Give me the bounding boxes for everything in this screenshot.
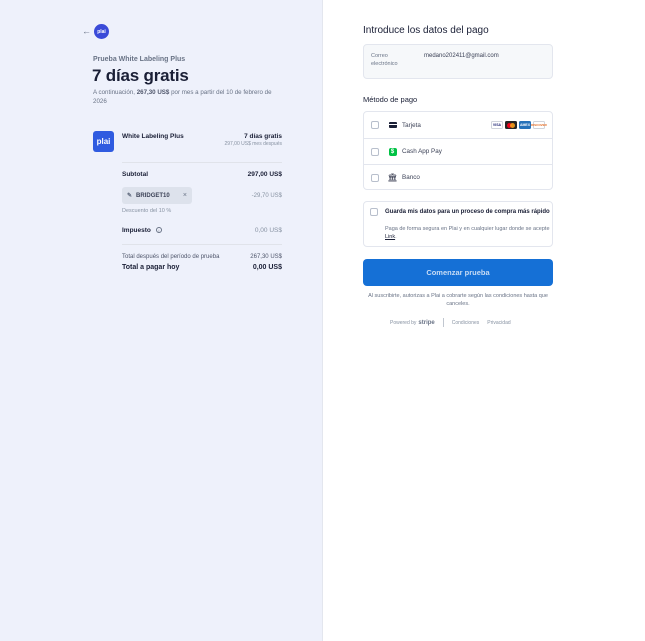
divider bbox=[122, 244, 282, 245]
payment-option-label: Cash App Pay bbox=[402, 148, 442, 155]
payment-section-title: Introduce los datos del pago bbox=[363, 25, 489, 36]
start-trial-button[interactable]: Comenzar prueba bbox=[363, 259, 553, 286]
item-name: White Labeling Plus bbox=[122, 133, 184, 140]
bank-icon: 🏛 bbox=[387, 173, 398, 182]
terms-link[interactable]: Condiciones bbox=[452, 320, 480, 326]
payment-option-label: Banco bbox=[402, 174, 420, 181]
save-info-checkbox[interactable] bbox=[370, 208, 378, 216]
subtitle-prefix: A continuación, bbox=[93, 89, 137, 96]
subtitle-amount: 267,30 US$ bbox=[136, 89, 170, 96]
total-after-row: Total después del período de prueba 267,… bbox=[122, 254, 282, 260]
email-label: Correo electrónico bbox=[371, 53, 398, 67]
trial-subtitle: A continuación, 267,30 US$ por mes a par… bbox=[93, 88, 278, 106]
tax-label-group: Impuesto i bbox=[122, 227, 162, 234]
save-info-title: Guarda mis datos para un proceso de comp… bbox=[385, 209, 550, 215]
info-icon[interactable]: i bbox=[155, 227, 162, 234]
save-desc-text: Paga de forma segura en Plai y en cualqu… bbox=[385, 226, 550, 232]
payment-option-bank[interactable]: 🏛 Banco bbox=[364, 164, 552, 190]
promo-amount: -29,70 US$ bbox=[251, 193, 282, 199]
total-after-label: Total después del período de prueba bbox=[122, 254, 220, 260]
item-logo: plai bbox=[93, 131, 114, 152]
stripe-logo: stripe bbox=[418, 319, 435, 326]
trial-title: 7 días gratis bbox=[92, 66, 189, 85]
radio-bank[interactable] bbox=[371, 173, 379, 182]
radio-card[interactable] bbox=[371, 121, 379, 129]
promo-code: BRIDGET10 bbox=[136, 192, 170, 199]
payment-method-list: Tarjeta VISA AMEX DISCOVER $ Cash App Pa… bbox=[363, 111, 553, 190]
payment-method-title: Método de pago bbox=[363, 95, 418, 104]
header-bar: ← plai bbox=[82, 24, 109, 39]
save-desc-end: . bbox=[395, 233, 397, 240]
total-today-value: 0,00 US$ bbox=[252, 264, 282, 271]
tax-row: Impuesto i 0,00 US$ bbox=[122, 227, 282, 234]
total-after-value: 267,30 US$ bbox=[250, 254, 282, 260]
card-brands: VISA AMEX DISCOVER bbox=[491, 121, 547, 129]
divider bbox=[122, 162, 282, 163]
payment-panel: Introduce los datos del pago Correo elec… bbox=[323, 0, 645, 641]
subtotal-row: Subtotal 297,00 US$ bbox=[122, 171, 282, 178]
legal-text: Al suscribirte, autorizas a Plai a cobra… bbox=[368, 293, 548, 307]
payment-option-card[interactable]: Tarjeta VISA AMEX DISCOVER bbox=[364, 112, 552, 138]
tag-icon: ✎ bbox=[127, 193, 133, 199]
item-price-after: 297,00 US$ mes después bbox=[224, 141, 282, 147]
total-today-label: Total a pagar hoy bbox=[122, 264, 180, 271]
tax-value: 0,00 US$ bbox=[254, 227, 282, 234]
mastercard-icon bbox=[505, 121, 517, 129]
powered-by-stripe[interactable]: Powered by stripe bbox=[390, 320, 435, 326]
email-field[interactable]: Correo electrónico medano202411@gmail.co… bbox=[363, 44, 553, 79]
plai-logo[interactable]: plai bbox=[94, 24, 109, 39]
footer-separator bbox=[442, 318, 444, 327]
back-arrow-icon[interactable]: ← bbox=[82, 27, 91, 36]
item-price-block: 7 días gratis 297,00 US$ mes después bbox=[224, 133, 282, 147]
powered-by-label: Powered by bbox=[390, 319, 417, 326]
tax-label: Impuesto bbox=[122, 227, 151, 234]
item-price: 7 días gratis bbox=[244, 133, 282, 140]
discover-icon: DISCOVER bbox=[531, 121, 547, 129]
payment-option-cashapp[interactable]: $ Cash App Pay bbox=[364, 138, 552, 164]
email-value: medano202411@gmail.com bbox=[424, 53, 499, 59]
product-name: Prueba White Labeling Plus bbox=[93, 56, 186, 63]
promo-code-chip[interactable]: ✎ BRIDGET10 × bbox=[122, 187, 192, 204]
visa-icon: VISA bbox=[491, 121, 503, 129]
save-info-box[interactable]: Guarda mis datos para un proceso de comp… bbox=[363, 201, 553, 247]
link-link[interactable]: Link bbox=[385, 234, 395, 240]
total-today-row: Total a pagar hoy 0,00 US$ bbox=[122, 264, 282, 271]
cashapp-icon: $ bbox=[388, 147, 397, 156]
subtotal-label: Subtotal bbox=[122, 171, 148, 178]
card-icon bbox=[388, 122, 397, 129]
privacy-link[interactable]: Privacidad bbox=[487, 320, 510, 326]
amex-icon: AMEX bbox=[519, 121, 531, 129]
radio-cashapp[interactable] bbox=[371, 147, 379, 156]
remove-promo-icon[interactable]: × bbox=[183, 192, 187, 199]
subtotal-value: 297,00 US$ bbox=[247, 171, 282, 178]
promo-description: Descuento del 10 % bbox=[122, 208, 172, 214]
footer: Powered by stripe Condiciones Privacidad bbox=[390, 318, 511, 327]
payment-option-label: Tarjeta bbox=[402, 121, 421, 129]
order-summary-panel: ← plai Prueba White Labeling Plus 7 días… bbox=[0, 0, 323, 641]
save-info-description: Paga de forma segura en Plai y en cualqu… bbox=[385, 226, 550, 241]
